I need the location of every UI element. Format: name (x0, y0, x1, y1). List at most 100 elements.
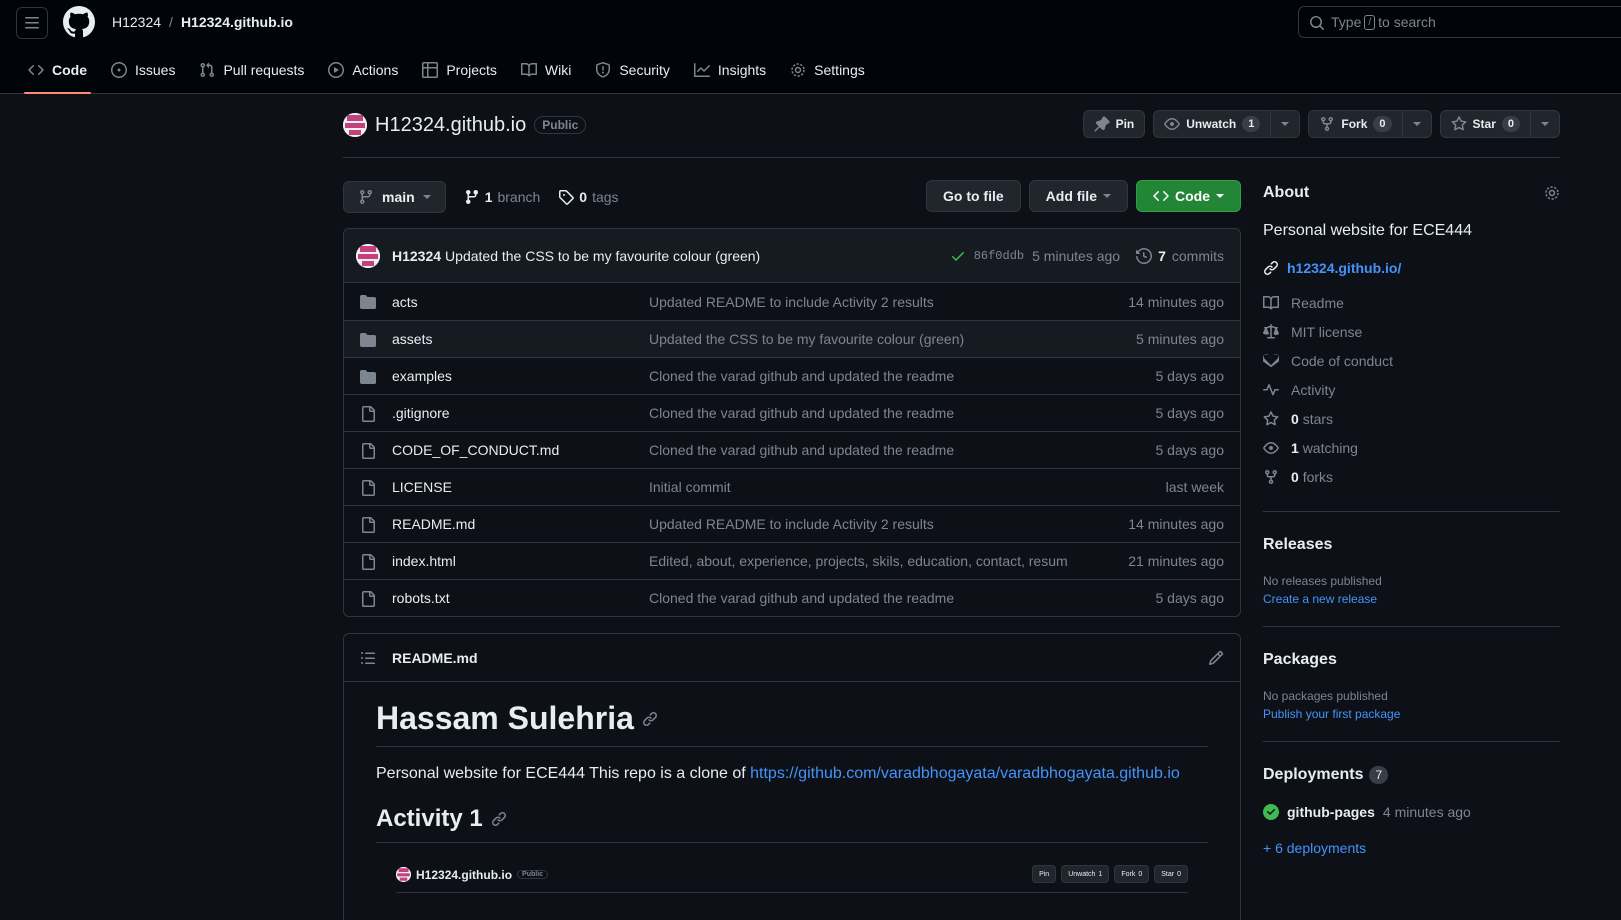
readme-filename[interactable]: README.md (392, 650, 478, 666)
packages-title[interactable]: Packages (1263, 651, 1560, 669)
deployment-name: github-pages (1287, 804, 1375, 820)
file-name[interactable]: LICENSE (392, 479, 452, 495)
branches-link[interactable]: 1 branch (464, 189, 540, 205)
about-header: About (1263, 184, 1560, 202)
file-commit-message[interactable]: Updated README to include Activity 2 res… (649, 516, 934, 532)
file-name[interactable]: examples (392, 368, 452, 384)
avatar[interactable] (356, 243, 380, 268)
about-item-law[interactable]: MIT license (1263, 317, 1560, 346)
deployments-title[interactable]: Deployments (1263, 766, 1363, 784)
about-item-pulse[interactable]: Activity (1263, 375, 1560, 404)
fork-button[interactable]: Fork 0 (1308, 110, 1403, 138)
avatar[interactable] (343, 113, 367, 137)
pencil-icon[interactable] (1208, 650, 1224, 666)
tab-pull-requests[interactable]: Pull requests (187, 54, 316, 86)
github-logo-icon[interactable] (63, 6, 95, 38)
publish-package-link[interactable]: Publish your first package (1263, 707, 1560, 721)
file-name[interactable]: assets (392, 331, 432, 347)
file-commit-message[interactable]: Updated README to include Activity 2 res… (649, 294, 934, 310)
file-row[interactable]: examples Cloned the varad github and upda… (344, 357, 1240, 394)
file-row[interactable]: CODE_OF_CONDUCT.md Cloned the varad githu… (344, 431, 1240, 468)
code-icon (1153, 191, 1169, 201)
commit-author[interactable]: H12324 (392, 248, 441, 264)
about-item-count: 0 (1291, 410, 1299, 427)
create-release-link[interactable]: Create a new release (1263, 592, 1560, 606)
deployment-item[interactable]: github-pages 4 minutes ago (1263, 804, 1560, 820)
go-to-file-button[interactable]: Go to file (925, 180, 1021, 212)
about-item-fork[interactable]: 0 forks (1263, 462, 1560, 491)
file-name[interactable]: .gitignore (392, 405, 450, 421)
top-header: H12324 / H12324.github.io Type / to sear… (0, 0, 1621, 94)
file-commit-message[interactable]: Cloned the varad github and updated the … (649, 405, 954, 421)
mini-unwatch-count: 1 (1098, 870, 1103, 878)
list-icon[interactable] (360, 650, 376, 666)
file-row[interactable]: index.html Edited, about, experience, pro… (344, 542, 1240, 579)
homepage-link[interactable]: h12324.github.io/ (1263, 260, 1560, 276)
tab-settings[interactable]: Settings (778, 54, 877, 86)
file-age: 14 minutes ago (1128, 293, 1224, 310)
menu-button[interactable] (16, 7, 48, 39)
link-icon[interactable] (642, 711, 658, 727)
search-input[interactable]: Type / to search (1298, 6, 1621, 38)
file-name[interactable]: CODE_OF_CONDUCT.md (392, 442, 559, 458)
main-column: main 1 branch 0 tags Go to file Add file… (343, 180, 1241, 920)
tab-security[interactable]: Security (583, 54, 682, 86)
watch-count: 1 (1242, 116, 1261, 132)
file-commit-message[interactable]: Updated the CSS to be my favourite colou… (649, 331, 964, 347)
readme-clone-link[interactable]: https://github.com/varadbhogayata/varadb… (750, 765, 1180, 782)
tab-issues[interactable]: Issues (99, 54, 187, 86)
about-item-code-of-conduct[interactable]: Code of conduct (1263, 346, 1560, 375)
about-item-text: Readme (1291, 295, 1344, 311)
commit-message[interactable]: Updated the CSS to be my favourite colou… (445, 248, 760, 264)
gear-icon[interactable] (1544, 185, 1560, 201)
tab-code[interactable]: Code (16, 54, 99, 94)
file-commit-message[interactable]: Cloned the varad github and updated the … (649, 590, 954, 606)
tags-link[interactable]: 0 tags (558, 189, 619, 205)
code-of-conduct-icon (1263, 353, 1279, 367)
file-row[interactable]: robots.txt Cloned the varad github and up… (344, 579, 1240, 616)
about-item-eye[interactable]: 1 watching (1263, 433, 1560, 462)
check-icon[interactable] (950, 248, 966, 264)
file-commit-message[interactable]: Initial commit (649, 479, 731, 495)
file-commit-message[interactable]: Cloned the varad github and updated the … (649, 442, 954, 458)
tab-label: Actions (352, 62, 399, 78)
file-commit-message[interactable]: Edited, about, experience, projects, ski… (649, 553, 1069, 569)
about-item-book[interactable]: Readme (1263, 288, 1560, 317)
tab-projects[interactable]: Projects (410, 54, 509, 86)
unwatch-button[interactable]: Unwatch 1 (1153, 110, 1272, 138)
link-icon[interactable] (491, 811, 507, 827)
star-button[interactable]: Star 0 (1439, 110, 1531, 138)
add-file-button[interactable]: Add file (1028, 180, 1128, 212)
fork-dropdown-button[interactable] (1402, 110, 1432, 138)
file-row[interactable]: README.md Updated README to include Activ… (344, 505, 1240, 542)
more-deployments-link[interactable]: + 6 deployments (1263, 840, 1560, 856)
tab-wiki[interactable]: Wiki (509, 54, 583, 86)
branch-selector[interactable]: main (343, 181, 446, 213)
owner-link[interactable]: H12324 (112, 14, 161, 30)
watch-dropdown-button[interactable] (1271, 110, 1301, 138)
code-button[interactable]: Code (1136, 180, 1241, 212)
repo-name[interactable]: H12324.github.io (375, 114, 526, 137)
tab-actions[interactable]: Actions (316, 54, 410, 86)
file-commit-message[interactable]: Cloned the varad github and updated the … (649, 368, 954, 384)
unwatch-label: Unwatch (1186, 117, 1237, 131)
file-name[interactable]: robots.txt (392, 590, 450, 606)
releases-title[interactable]: Releases (1263, 536, 1560, 554)
repo-link[interactable]: H12324.github.io (181, 14, 293, 30)
about-item-star[interactable]: 0 stars (1263, 404, 1560, 433)
file-age: 5 days ago (1155, 590, 1225, 606)
file-row[interactable]: LICENSE Initial commit last week (344, 468, 1240, 505)
pin-button[interactable]: Pin (1082, 110, 1146, 138)
file-name[interactable]: README.md (392, 516, 475, 532)
file-row[interactable]: .gitignore Cloned the varad github and up… (344, 394, 1240, 431)
star-dropdown-button[interactable] (1531, 110, 1560, 138)
commits-history-link[interactable]: 7 commits (1136, 248, 1224, 264)
tab-insights[interactable]: Insights (682, 54, 778, 86)
commit-sha[interactable]: 86f0ddb (974, 249, 1024, 263)
readme-heading: Hassam Sulehria (376, 700, 1208, 747)
file-name[interactable]: index.html (392, 553, 456, 569)
file-name[interactable]: acts (392, 294, 418, 310)
file-row[interactable]: assets Updated the CSS to be my favourite… (344, 320, 1240, 357)
file-row[interactable]: acts Updated README to include Activity 2… (344, 283, 1240, 320)
branch-icon (359, 190, 372, 205)
